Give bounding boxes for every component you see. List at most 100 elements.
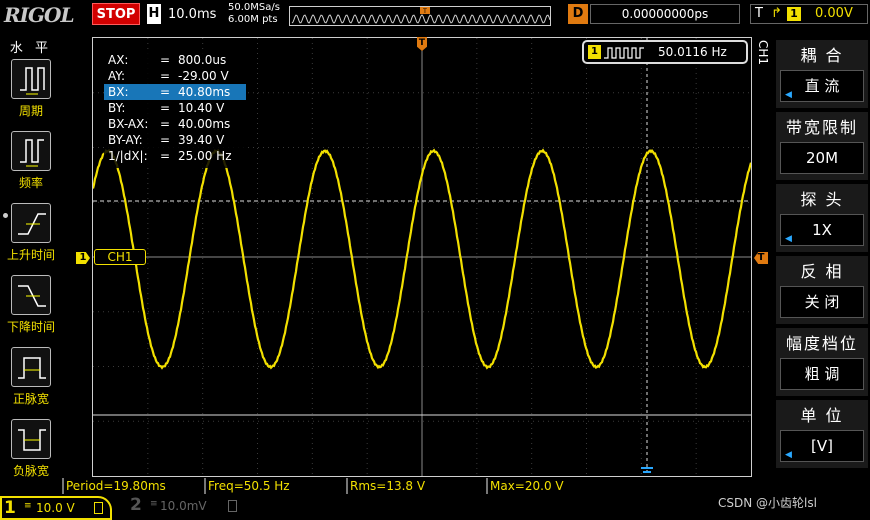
right-menu-channel-label: CH1 — [756, 40, 770, 66]
cursor-eq: = — [160, 53, 171, 67]
pulse-wave-icon — [604, 47, 644, 59]
right-softkey-0[interactable]: 耦 合直 流 ◀ — [776, 40, 868, 108]
left-softkey-label: 下降时间 — [6, 320, 55, 334]
measurement-item[interactable]: Max=20.0 V — [486, 478, 626, 494]
left-softkey-label: 上升时间 — [6, 248, 55, 262]
right-softkey-title: 反 相 — [800, 262, 844, 281]
left-softkey-2[interactable] — [11, 203, 51, 243]
dc-coupling-icon: ≡ — [24, 501, 32, 511]
frequency-counter: 1 50.0116 Hz — [582, 40, 748, 64]
right-softkey-value: 关 闭 — [780, 286, 864, 318]
cursor-row: BY-AY: = 39.40 V — [104, 132, 246, 148]
trigger-edge-icon: ↱ — [771, 6, 782, 21]
cursor-row: 1/|dX|: = 25.00 Hz — [104, 148, 246, 164]
delay-label: D — [568, 4, 588, 24]
right-softkey-title: 带宽限制 — [785, 118, 858, 137]
ch1-offset-marker[interactable]: 1 — [76, 252, 90, 264]
ch2-status-tab[interactable]: 2 ≡ 10.0mV — [114, 495, 237, 520]
trigger-source-badge: 1 — [787, 7, 801, 21]
cursor-eq: = — [160, 85, 171, 99]
brand-logo: RIGOL — [4, 3, 75, 27]
trigger-level: 0.00V — [815, 6, 853, 21]
left-softkey-3[interactable] — [11, 275, 51, 315]
right-softkey-value: 1X ◀ — [780, 214, 864, 246]
cursor-value: -29.00 V — [178, 69, 229, 83]
watermark-text: CSDN @小齿轮lsl — [718, 496, 817, 510]
cursor-eq: = — [160, 149, 171, 163]
right-softkey-4[interactable]: 幅度档位粗 调 — [776, 328, 868, 396]
cursor-value: 800.0us — [178, 53, 227, 67]
counter-frequency-value: 50.0116 Hz — [658, 45, 727, 59]
trigger-status-panel[interactable]: T ↱ 1 0.00V — [750, 4, 868, 24]
knob-arrow-icon: ◀ — [785, 234, 792, 244]
left-softkey-1[interactable] — [11, 131, 51, 171]
cursor-key: AX: — [108, 53, 129, 67]
measurement-item[interactable]: Rms=13.8 V — [346, 478, 486, 494]
cursor-row: BY: = 10.40 V — [104, 100, 246, 116]
right-softkey-2[interactable]: 探 头 1X ◀ — [776, 184, 868, 252]
memory-overview-wave-icon: T — [291, 7, 550, 24]
left-menu-title: 水 平 — [9, 41, 53, 56]
knob-arrow-icon: ◀ — [785, 450, 792, 460]
cursor-row: AX: = 800.0us — [104, 52, 246, 68]
ch2-coupling-icon: ≡ — [150, 499, 158, 509]
positive-width-icon — [18, 357, 46, 379]
right-softkey-1[interactable]: 带宽限制 20M — [776, 112, 868, 180]
right-softkey-3[interactable]: 反 相关 闭 — [776, 256, 868, 324]
cursor-eq: = — [160, 101, 171, 115]
cursor-value: 10.40 V — [178, 101, 225, 115]
cursor-value: 40.80ms — [178, 85, 231, 99]
left-softkey-label: 频率 — [18, 176, 43, 190]
cursor-eq: = — [160, 69, 171, 83]
ch2-bandwidth-icon — [228, 500, 237, 512]
ch2-scale: 10.0mV — [160, 499, 207, 513]
measurement-item[interactable]: Freq=50.5 Hz — [204, 478, 344, 494]
memory-depth: 6.00M pts — [228, 14, 278, 25]
ch1-scale: 10.0 V — [36, 501, 75, 515]
cursor-key: AY: — [108, 69, 126, 83]
sample-rate: 50.0MSa/s — [228, 2, 280, 13]
cursor-value: 25.00 Hz — [178, 149, 232, 163]
memory-trigger-marker: T — [422, 8, 427, 15]
right-softkey-5[interactable]: 单 位 [V] ◀ — [776, 400, 868, 468]
ch1-status-tab[interactable]: 1 ≡ 10.0 V — [0, 496, 112, 520]
trigger-level-marker[interactable]: T — [754, 252, 768, 264]
cursor-key: BX-AX: — [108, 117, 149, 131]
menu-page-indicator — [3, 213, 8, 218]
ch2-number: 2 — [130, 495, 142, 515]
cursor-key: BX: — [108, 85, 129, 99]
timebase-label: H — [147, 4, 161, 24]
right-softkey-title: 耦 合 — [800, 46, 844, 65]
measurement-item[interactable]: Period=19.80ms — [62, 478, 202, 494]
cursor-measurement-panel: AX: = 800.0us AY: = -29.00 V BX: = 40.80ms BY: = 10… — [104, 50, 246, 168]
left-softkey-5[interactable] — [11, 419, 51, 459]
counter-channel-badge: 1 — [588, 45, 601, 59]
left-softkey-label: 正脉宽 — [12, 392, 49, 406]
left-softkey-4[interactable] — [11, 347, 51, 387]
trigger-label: T — [755, 6, 763, 21]
cursor-key: BY: — [108, 101, 126, 115]
right-softkey-value: 粗 调 — [780, 358, 864, 390]
cursor-row: BX: = 40.80ms — [104, 84, 246, 100]
fall-time-icon — [18, 285, 46, 307]
cursor-value: 39.40 V — [178, 133, 225, 147]
timebase-value[interactable]: 10.0ms — [168, 7, 216, 22]
cursor-eq: = — [160, 133, 171, 147]
negative-width-icon — [18, 429, 46, 451]
memory-overview-strip: T — [289, 6, 551, 26]
delay-value[interactable]: 0.00000000ps — [590, 4, 740, 24]
frequency-icon — [20, 139, 44, 167]
left-softkey-0[interactable] — [11, 59, 51, 99]
run-stop-button[interactable]: STOP — [92, 3, 140, 25]
left-softkey-label: 周期 — [18, 104, 43, 118]
cursor-eq: = — [160, 117, 171, 131]
knob-arrow-icon: ◀ — [785, 90, 792, 100]
cursor-row: BX-AX: = 40.00ms — [104, 116, 246, 132]
period-icon — [20, 67, 45, 95]
right-softkey-title: 幅度档位 — [785, 334, 858, 353]
right-softkey-title: 单 位 — [800, 406, 844, 425]
cursor-row: AY: = -29.00 V — [104, 68, 246, 84]
cursor-key: 1/|dX|: — [108, 149, 148, 163]
cursor-key: BY-AY: — [108, 133, 143, 147]
left-softkey-label: 负脉宽 — [12, 464, 49, 478]
